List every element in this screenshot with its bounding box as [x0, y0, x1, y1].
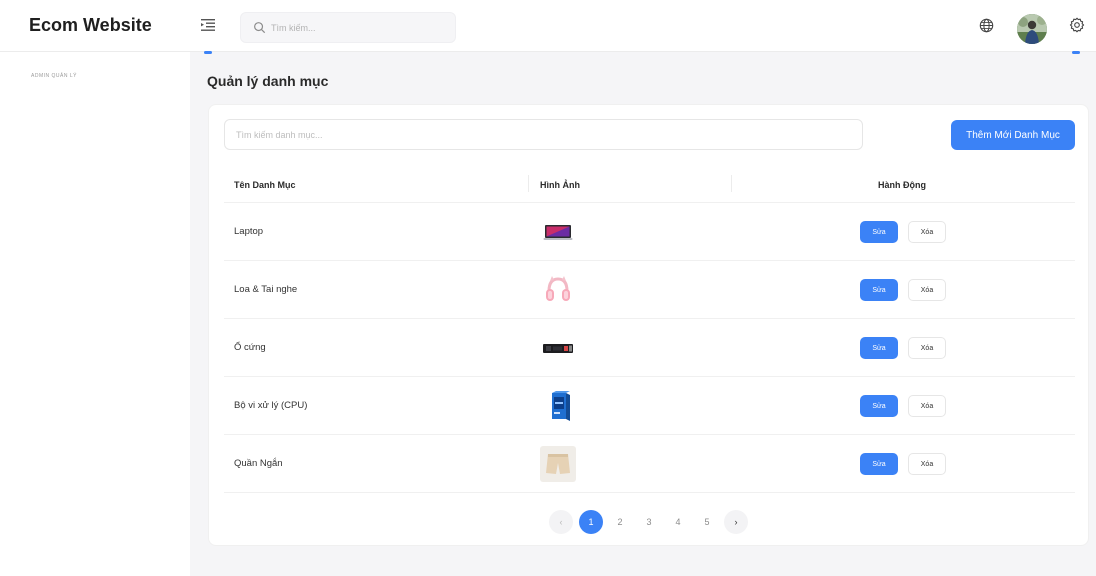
category-search-input[interactable] [224, 119, 863, 150]
delete-button[interactable]: Xóa [908, 453, 946, 475]
headphones-icon [546, 276, 570, 301]
table-row: Laptop Sửa Xóa [224, 203, 1075, 261]
edit-button[interactable]: Sửa [860, 221, 898, 243]
globe-icon[interactable] [979, 18, 994, 33]
sidebar-section-label: ADMIN QUẢN LÝ [31, 73, 77, 79]
page-button[interactable]: 3 [637, 510, 661, 534]
edit-button[interactable]: Sửa [860, 395, 898, 417]
gear-icon[interactable] [1069, 17, 1085, 33]
column-header-image: Hình Ảnh [540, 180, 580, 190]
edit-button[interactable]: Sửa [860, 279, 898, 301]
table-row: Quần Ngắn Sửa Xóa [224, 435, 1075, 493]
page-button[interactable]: 5 [695, 510, 719, 534]
add-category-button[interactable]: Thêm Mới Danh Mục [951, 120, 1075, 150]
table-header: Tên Danh Mục Hình Ảnh Hành Động [224, 171, 1075, 203]
delete-button[interactable]: Xóa [908, 337, 946, 359]
page-title: Quản lý danh mục [207, 73, 329, 89]
category-name: Laptop [234, 226, 264, 237]
table-row: Loa & Tai nghe Sửa Xóa [224, 261, 1075, 319]
delete-button[interactable]: Xóa [908, 279, 946, 301]
edit-button[interactable]: Sửa [860, 337, 898, 359]
global-search-input[interactable] [271, 18, 451, 38]
avatar-photo [1017, 14, 1047, 44]
ssd-icon [543, 344, 573, 353]
brand-title: Ecom Website [29, 15, 152, 35]
page-button[interactable]: 1 [579, 510, 603, 534]
category-name: Loa & Tai nghe [234, 284, 298, 295]
delete-button[interactable]: Xóa [908, 395, 946, 417]
sidebar: ADMIN QUẢN LÝ [0, 52, 190, 576]
next-page-button[interactable]: › [724, 510, 748, 534]
header-accent-right [1072, 51, 1080, 54]
menu-toggle-icon[interactable] [200, 17, 216, 33]
column-header-actions: Hành Động [878, 180, 926, 190]
page-button[interactable]: 2 [608, 510, 632, 534]
table-row: Bộ vi xử lý (CPU) Sửa Xóa [224, 377, 1075, 435]
category-name: Ổ cứng [234, 342, 266, 353]
pagination: ‹ 1 2 3 4 5 › [549, 510, 759, 534]
column-divider [528, 175, 529, 192]
edit-button[interactable]: Sửa [860, 453, 898, 475]
prev-page-button[interactable]: ‹ [549, 510, 573, 534]
column-divider [731, 175, 732, 192]
global-search[interactable] [240, 12, 456, 43]
category-name: Quần Ngắn [234, 458, 283, 469]
page-button[interactable]: 4 [666, 510, 690, 534]
header-accent-left [204, 51, 212, 54]
cpu-box-icon [552, 391, 570, 421]
laptop-icon [543, 225, 573, 240]
table-row: Ổ cứng Sửa Xóa [224, 319, 1075, 377]
column-header-name: Tên Danh Mục [234, 180, 296, 190]
shorts-icon [540, 446, 576, 482]
search-icon [254, 22, 266, 34]
top-bar: Ecom Website [0, 0, 1096, 52]
delete-button[interactable]: Xóa [908, 221, 946, 243]
category-card: Thêm Mới Danh Mục Tên Danh Mục Hình Ảnh … [208, 104, 1089, 546]
user-avatar[interactable] [1017, 14, 1047, 44]
category-name: Bộ vi xử lý (CPU) [234, 400, 308, 411]
